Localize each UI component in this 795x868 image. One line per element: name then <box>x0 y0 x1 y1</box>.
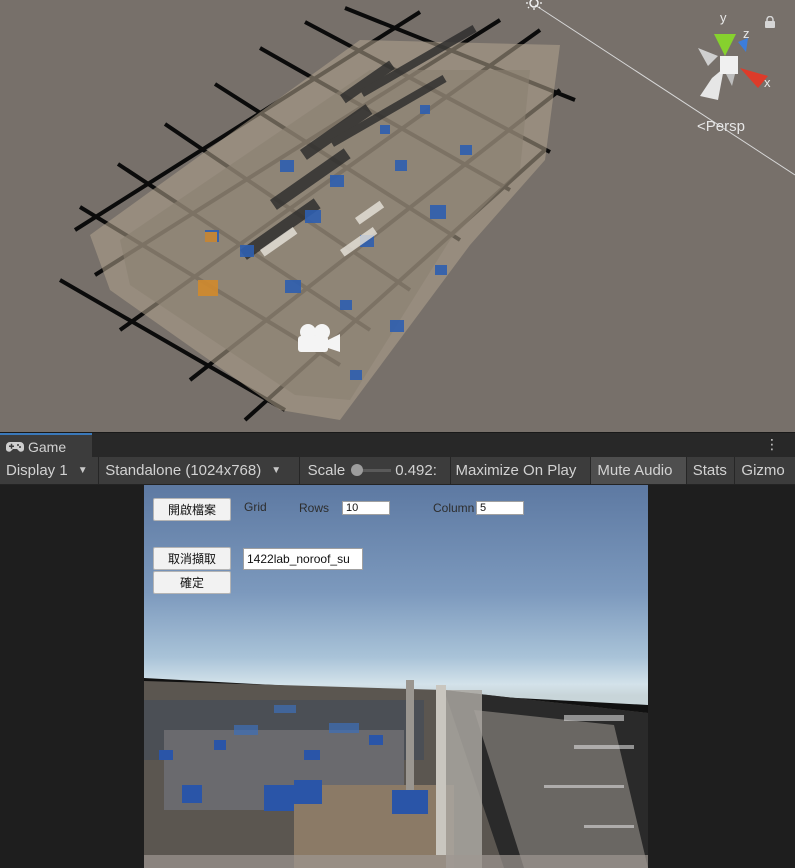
maximize-on-play-toggle[interactable]: Maximize On Play <box>451 457 592 484</box>
dropdown-arrow-icon: ▼ <box>271 465 282 476</box>
cancel-capture-label: 取消擷取 <box>167 552 216 566</box>
scale-slider-knob[interactable] <box>351 464 364 476</box>
gizmo-center-cube[interactable] <box>720 56 738 74</box>
camera-icon[interactable] <box>294 322 342 358</box>
stats-label: Stats <box>692 462 727 479</box>
gizmo-neg-x-cone[interactable] <box>698 48 718 66</box>
column-label: Column <box>433 501 475 515</box>
display-dropdown[interactable]: Display 1 ▼ <box>0 457 100 484</box>
scale-control: Scale 0.492: <box>300 457 451 484</box>
scene-view[interactable]: y z x <Persp <box>0 0 795 432</box>
gizmos-label: Gizmo <box>741 462 785 479</box>
display-dropdown-label: Display 1 <box>6 462 68 479</box>
resolution-dropdown-label: Standalone (1024x768) <box>105 462 262 479</box>
projection-label-text: Persp <box>705 118 745 135</box>
scale-value: 0.492: <box>395 462 437 479</box>
filename-input[interactable]: 1422lab_noroof_su <box>243 548 363 570</box>
point-cloud-scene[interactable] <box>0 0 795 432</box>
cancel-capture-button[interactable]: 取消擷取 <box>153 547 231 570</box>
gizmo-y-label: y <box>720 10 727 25</box>
gizmo-z-cone[interactable] <box>738 38 748 52</box>
resolution-dropdown[interactable]: Standalone (1024x768) ▼ <box>99 457 300 484</box>
game-point-cloud <box>144 678 648 868</box>
game-tab-bar: Game ⋮ <box>0 432 795 458</box>
scale-label: Scale <box>307 462 346 479</box>
gizmo-y-cone[interactable] <box>714 34 736 56</box>
game-viewport[interactable]: 開啟檔案 Grid Rows 10 Column 5 取消擷取 1422lab_… <box>144 485 648 868</box>
projection-label[interactable]: <Persp <box>697 118 745 135</box>
rows-input[interactable]: 10 <box>342 501 390 515</box>
open-file-label: 開啟檔案 <box>167 503 216 517</box>
game-toolbar: Display 1 ▼ Standalone (1024x768) ▼ Scal… <box>0 457 795 485</box>
dropdown-arrow-icon: ▼ <box>77 465 88 476</box>
column-input[interactable]: 5 <box>476 501 524 515</box>
gamepad-icon <box>6 441 24 452</box>
more-options-icon[interactable]: ⋮ <box>765 437 779 453</box>
sun-icon[interactable] <box>524 0 544 12</box>
mute-audio-label: Mute Audio <box>597 462 673 479</box>
confirm-button[interactable]: 確定 <box>153 571 231 594</box>
confirm-label: 確定 <box>179 576 204 590</box>
rows-label: Rows <box>299 501 330 515</box>
game-view-area: 開啟檔案 Grid Rows 10 Column 5 取消擷取 1422lab_… <box>0 485 795 868</box>
grid-label: Grid <box>244 500 267 514</box>
tab-game[interactable]: Game <box>0 433 92 458</box>
gizmos-toggle[interactable]: Gizmo <box>735 457 795 484</box>
open-file-button[interactable]: 開啟檔案 <box>153 498 231 521</box>
maximize-on-play-label: Maximize On Play <box>455 462 577 479</box>
stats-toggle[interactable]: Stats <box>687 457 736 484</box>
mute-audio-toggle[interactable]: Mute Audio <box>591 457 687 484</box>
scale-slider[interactable] <box>351 464 392 476</box>
tab-game-label: Game <box>28 438 67 455</box>
